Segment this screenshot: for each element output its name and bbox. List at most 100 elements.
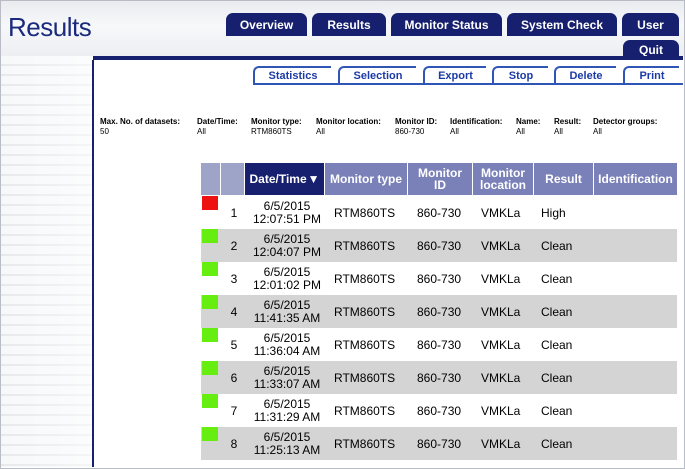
filter-name: Name: All <box>516 117 540 137</box>
row-monitor-type: RTM860TS <box>334 271 396 286</box>
row-index: 8 <box>230 436 238 451</box>
row-monitor-location: VMKLa <box>481 271 521 286</box>
print-button[interactable]: Print <box>623 66 679 83</box>
row-date: 6/5/2015 <box>263 297 311 312</box>
export-button[interactable]: Export <box>423 66 486 83</box>
stop-button[interactable]: Stop <box>492 66 548 83</box>
tab-overview[interactable]: Overview <box>226 13 307 36</box>
table-row[interactable]: 8 6/5/2015 11:25:13 AM RTM860TS 860-730 VMKLa… <box>201 427 677 460</box>
row-monitor-location: VMKLa <box>481 436 521 451</box>
filter-value: All <box>316 127 325 136</box>
filter-label: Identification: <box>450 117 503 126</box>
table-row[interactable]: 4 6/5/2015 11:41:35 AM RTM860TS 860-730 VMKLa… <box>201 295 677 328</box>
row-identification <box>601 328 675 361</box>
tab-user[interactable]: User <box>622 13 679 36</box>
row-identification <box>601 295 675 328</box>
table-row[interactable]: 1 6/5/2015 12:07:51 PM RTM860TS 860-730 VMKLa… <box>201 196 677 229</box>
filter-value: All <box>197 127 206 136</box>
row-date: 6/5/2015 <box>263 231 311 246</box>
filter-label: Monitor type: <box>251 117 302 126</box>
filter-value: All <box>450 127 459 136</box>
sidebar-fade <box>1 56 92 467</box>
header-datetime-label: Date/Time <box>249 172 307 186</box>
row-monitor-id: 860-730 <box>417 271 462 286</box>
row-datetime: 6/5/2015 11:36:04 AM <box>252 328 322 361</box>
filter-value: 50 <box>100 127 109 136</box>
tab-monitor-status[interactable]: Monitor Status <box>391 13 502 36</box>
row-time: 12:07:51 PM <box>252 211 322 226</box>
table-row[interactable]: 5 6/5/2015 11:36:04 AM RTM860TS 860-730 VMKLa… <box>201 328 677 361</box>
filter-label: Monitor location: <box>316 117 381 126</box>
selection-button[interactable]: Selection <box>338 66 416 83</box>
row-result: High <box>541 205 566 220</box>
row-datetime: 6/5/2015 11:41:35 AM <box>252 295 322 328</box>
table-row[interactable]: 3 6/5/2015 12:01:02 PM RTM860TS 860-730 VMKLa… <box>201 262 677 295</box>
row-index: 5 <box>230 337 238 352</box>
sidebar-edge <box>92 60 94 467</box>
filter-label: Monitor ID: <box>395 117 438 126</box>
row-monitor-id: 860-730 <box>417 205 462 220</box>
row-monitor-id: 860-730 <box>417 403 462 418</box>
row-monitor-type: RTM860TS <box>334 370 396 385</box>
row-date: 6/5/2015 <box>263 363 311 378</box>
row-datetime: 6/5/2015 11:25:13 AM <box>252 427 322 460</box>
row-time: 11:31:29 AM <box>253 409 321 424</box>
header-index <box>221 163 244 195</box>
header-identification[interactable]: Identification <box>594 163 677 195</box>
header-monitor-location[interactable]: Monitor location <box>473 163 533 195</box>
table-row[interactable]: 7 6/5/2015 11:31:29 AM RTM860TS 860-730 VMKLa… <box>201 394 677 427</box>
row-time: 11:41:35 AM <box>253 310 321 325</box>
row-time: 12:01:02 PM <box>252 277 322 292</box>
row-identification <box>601 229 675 262</box>
row-date: 6/5/2015 <box>263 264 311 279</box>
row-time: 11:36:04 AM <box>253 343 321 358</box>
status-indicator <box>202 394 218 408</box>
row-result: Clean <box>541 238 573 253</box>
status-indicator <box>202 427 218 441</box>
row-monitor-location: VMKLa <box>481 403 521 418</box>
filter-monitor-type: Monitor type: RTM860TS <box>251 117 302 137</box>
action-bar-line <box>253 83 683 85</box>
filter-monitor-id: Monitor ID: 860-730 <box>395 117 437 137</box>
row-time: 11:25:13 AM <box>253 442 321 457</box>
row-index: 2 <box>230 238 238 253</box>
filter-value: All <box>554 127 563 136</box>
header-datetime[interactable]: Date/Time ▼ <box>245 163 324 195</box>
row-identification <box>601 394 675 427</box>
status-indicator <box>202 229 218 243</box>
filter-label: Date/Time: <box>197 117 238 126</box>
tab-system-check[interactable]: System Check <box>507 13 617 36</box>
row-monitor-location: VMKLa <box>481 238 521 253</box>
row-datetime: 6/5/2015 12:07:51 PM <box>252 196 322 229</box>
header-monitor-id[interactable]: Monitor ID <box>408 163 472 195</box>
header-line: location <box>479 178 526 192</box>
statistics-button[interactable]: Statistics <box>253 66 331 83</box>
delete-button[interactable]: Delete <box>554 66 616 83</box>
row-index: 6 <box>230 370 238 385</box>
table-row[interactable]: 6 6/5/2015 11:33:07 AM RTM860TS 860-730 VMKLa… <box>201 361 677 394</box>
row-monitor-type: RTM860TS <box>334 238 396 253</box>
row-monitor-location: VMKLa <box>481 337 521 352</box>
tab-results[interactable]: Results <box>312 13 386 36</box>
row-datetime: 6/5/2015 11:31:29 AM <box>252 394 322 427</box>
row-index: 3 <box>230 271 238 286</box>
row-result: Clean <box>541 304 573 319</box>
filter-label: Name: <box>516 117 541 126</box>
row-monitor-location: VMKLa <box>481 304 521 319</box>
filter-value: 860-730 <box>395 127 425 136</box>
header-result[interactable]: Result <box>534 163 593 195</box>
filter-max-datasets: Max. No. of datasets: 50 <box>100 117 180 137</box>
row-index: 4 <box>230 304 238 319</box>
row-time: 12:04:07 PM <box>252 244 322 259</box>
row-identification <box>601 361 675 394</box>
row-time: 11:33:07 AM <box>253 376 321 391</box>
row-identification <box>601 427 675 460</box>
row-identification <box>601 196 675 229</box>
row-date: 6/5/2015 <box>263 429 311 444</box>
status-indicator <box>202 361 218 375</box>
filter-detector-groups: Detector groups: All <box>593 117 657 137</box>
header-monitor-type[interactable]: Monitor type <box>325 163 407 195</box>
table-row[interactable]: 2 6/5/2015 12:04:07 PM RTM860TS 860-730 VMKLa… <box>201 229 677 262</box>
row-index: 7 <box>230 403 238 418</box>
row-monitor-location: VMKLa <box>481 370 521 385</box>
